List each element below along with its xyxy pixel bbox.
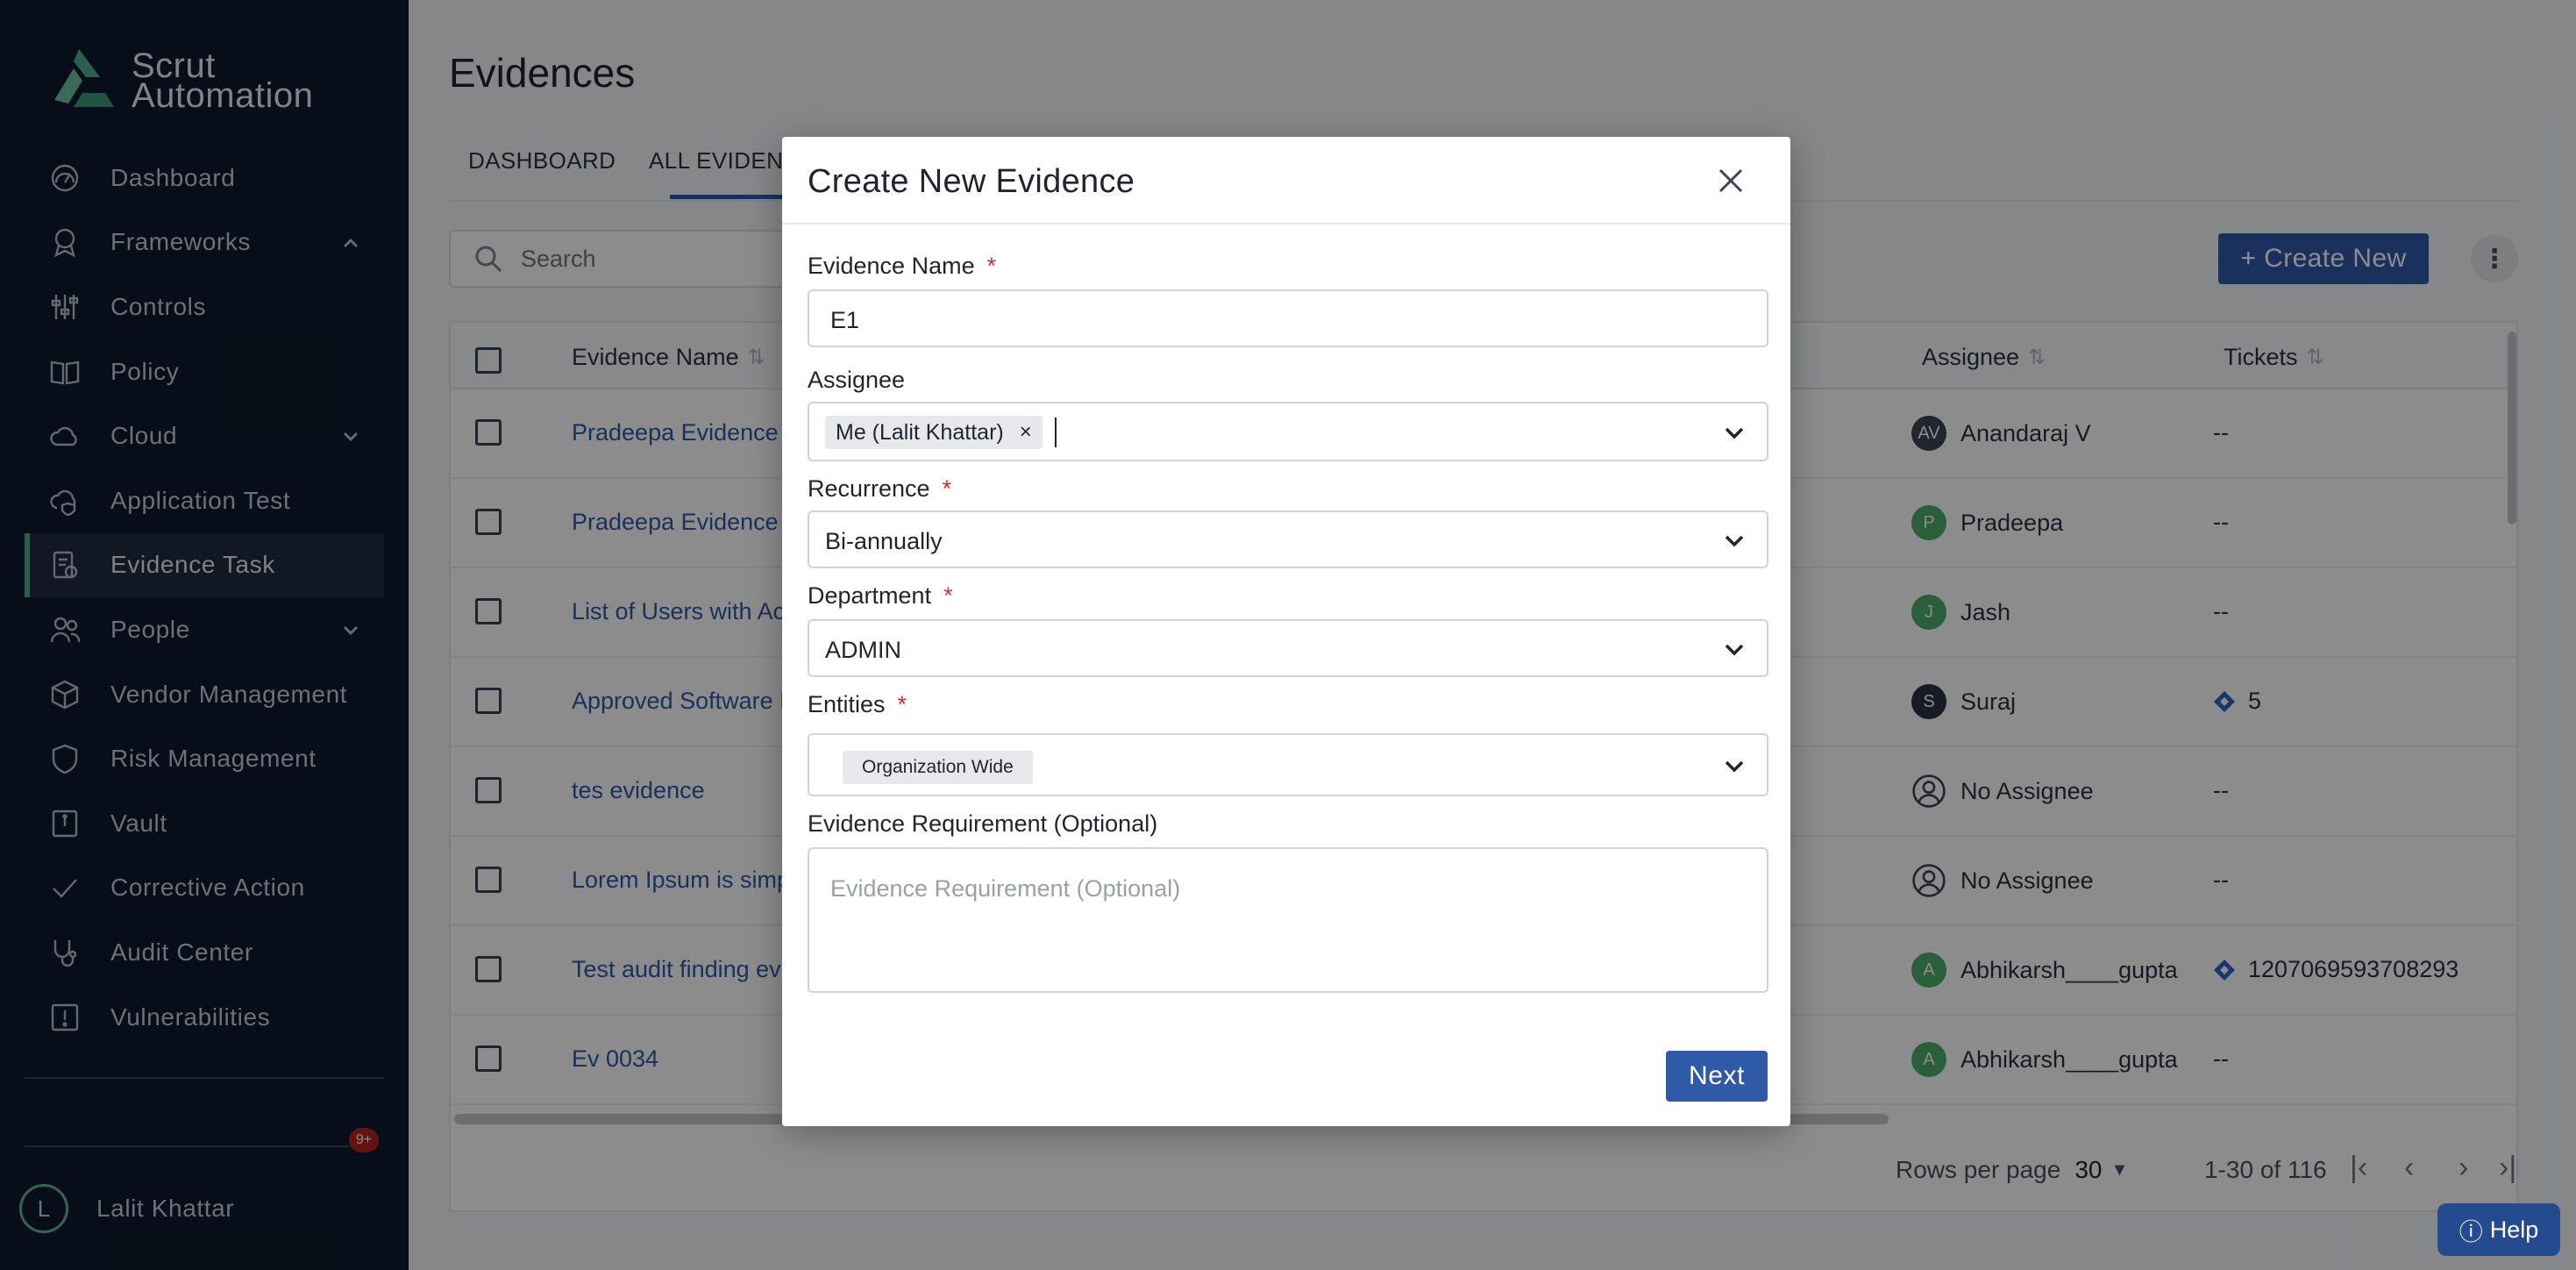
assignee-select[interactable]: Me (Lalit Khattar) × [808, 402, 1768, 461]
assignee-chip: Me (Lalit Khattar) × [825, 416, 1042, 449]
department-select[interactable]: ADMIN [808, 619, 1768, 677]
department-label: Department * [808, 582, 953, 609]
chevron-down-icon[interactable] [1721, 636, 1747, 662]
remove-chip-icon[interactable]: × [1020, 420, 1032, 445]
entities-select[interactable]: Organization Wide [808, 733, 1768, 796]
chevron-down-icon[interactable] [1721, 527, 1747, 553]
requirement-textarea[interactable]: Evidence Requirement (Optional) [808, 847, 1768, 993]
requirement-label: Evidence Requirement (Optional) [808, 810, 1158, 837]
create-evidence-modal: Create New Evidence Evidence Name * E1 As… [782, 137, 1790, 1126]
chevron-down-icon[interactable] [1721, 419, 1747, 446]
entity-tag: Organization Wide [843, 751, 1033, 784]
evidence-name-label: Evidence Name * [808, 253, 997, 279]
text-cursor [1055, 417, 1057, 447]
recurrence-select[interactable]: Bi-annually [808, 510, 1768, 568]
modal-header: Create New Evidence [782, 137, 1790, 225]
help-button[interactable]: ⓘ Help [2437, 1203, 2560, 1256]
next-button[interactable]: Next [1666, 1051, 1768, 1102]
chevron-down-icon[interactable] [1721, 753, 1747, 779]
entities-label: Entities * [808, 691, 907, 717]
assignee-label: Assignee [808, 367, 906, 393]
close-icon[interactable] [1711, 161, 1750, 200]
modal-title: Create New Evidence [808, 163, 1135, 200]
help-icon: ⓘ [2459, 1218, 2483, 1245]
evidence-name-input[interactable]: E1 [808, 289, 1768, 347]
recurrence-label: Recurrence * [808, 475, 952, 502]
